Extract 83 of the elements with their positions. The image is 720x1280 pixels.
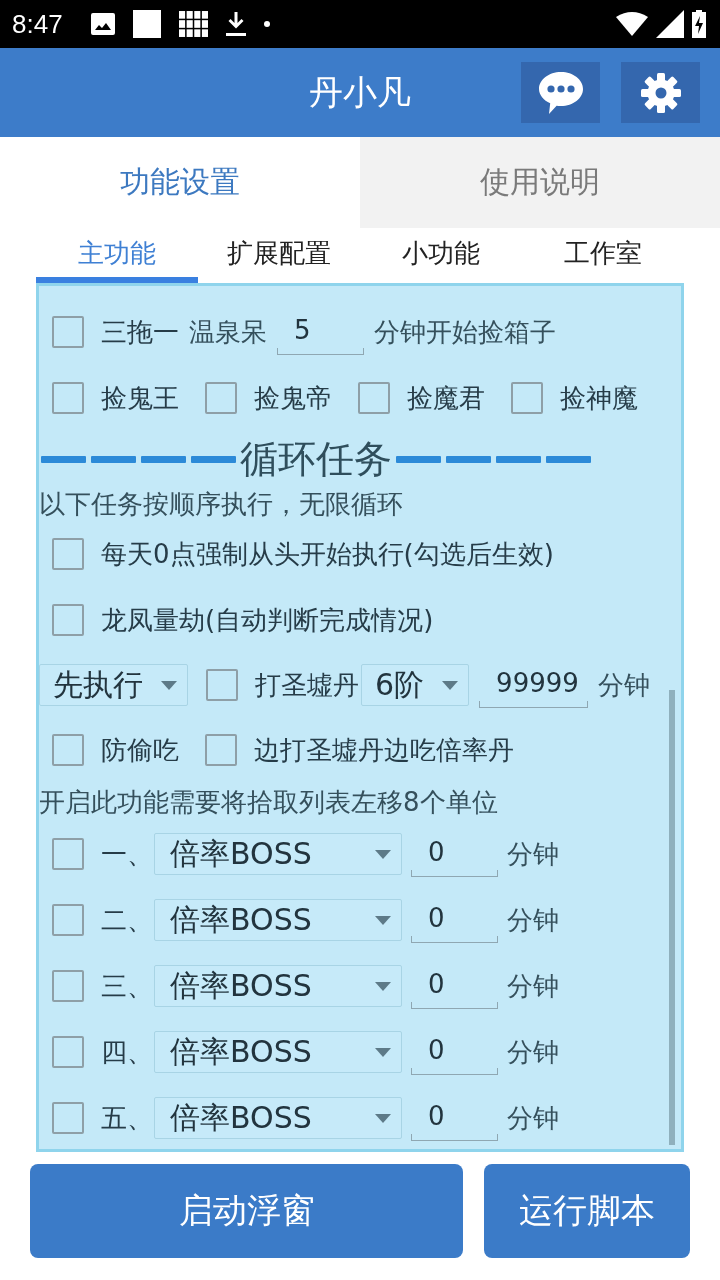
checkbox-label[interactable]: 三拖一: [101, 314, 179, 350]
speech-bubble-icon: [538, 71, 583, 114]
caret-icon: [375, 915, 391, 925]
dropdown[interactable]: 倍率BOSS: [154, 1031, 402, 1073]
battery-charging-icon: [692, 10, 706, 38]
checkbox-label[interactable]: 捡神魔: [560, 380, 638, 416]
section-heading: 循环任务: [240, 435, 392, 483]
status-time: 8:47: [12, 8, 64, 40]
field-label: 分钟: [597, 668, 650, 702]
checkbox-label[interactable]: 四、: [101, 1034, 153, 1070]
settings-button[interactable]: [621, 62, 700, 123]
caret-icon: [375, 849, 391, 859]
checkbox-label[interactable]: 三、: [101, 968, 153, 1004]
checkbox[interactable]: [52, 838, 84, 870]
dash-mark: [546, 455, 591, 463]
image-icon: [91, 13, 115, 35]
dot-icon: [264, 21, 270, 27]
field-label: 分钟: [507, 969, 559, 1003]
main-tab[interactable]: 使用说明: [360, 137, 720, 228]
checkbox[interactable]: [206, 669, 238, 701]
caret-icon: [375, 1113, 391, 1123]
caret-icon: [442, 680, 459, 690]
checkbox[interactable]: [52, 970, 84, 1002]
checkbox[interactable]: [205, 382, 237, 414]
caret-icon: [375, 1047, 391, 1057]
dropdown[interactable]: 倍率BOSS: [154, 899, 402, 941]
checkbox-label[interactable]: 每天0点强制从头开始执行(勾选后生效): [101, 536, 554, 572]
field-label: 分钟: [507, 1101, 559, 1135]
sub-tab[interactable]: 扩展配置: [198, 228, 360, 283]
dropdown[interactable]: 倍率BOSS: [154, 1097, 402, 1139]
checkbox-label[interactable]: 五、: [101, 1100, 153, 1136]
checkbox[interactable]: [511, 382, 543, 414]
checkbox[interactable]: [52, 316, 84, 348]
checkbox[interactable]: [52, 604, 84, 636]
field-label: 分钟: [507, 1035, 559, 1069]
checkbox[interactable]: [205, 734, 237, 766]
dash-mark: [191, 455, 236, 463]
wifi-icon: [616, 12, 648, 36]
download-icon: [226, 12, 246, 36]
sub-tab[interactable]: 小功能: [360, 228, 522, 283]
action-button[interactable]: 启动浮窗: [30, 1164, 463, 1258]
field-label: 分钟开始捡箱子: [374, 315, 556, 349]
dash-mark: [446, 455, 491, 463]
checkbox[interactable]: [358, 382, 390, 414]
field-label: 分钟: [507, 837, 559, 871]
dash-mark: [396, 455, 441, 463]
caret-icon: [375, 981, 391, 991]
checkbox-label[interactable]: 边打圣墟丹边吃倍率丹: [254, 732, 514, 768]
checkbox[interactable]: [52, 538, 84, 570]
field-label: 分钟: [507, 903, 559, 937]
dropdown[interactable]: 倍率BOSS: [154, 965, 402, 1007]
checkbox[interactable]: [52, 1036, 84, 1068]
field-label: 温泉呆: [189, 315, 267, 349]
checkbox[interactable]: [52, 382, 84, 414]
note-text: 以下任务按顺序执行，无限循环: [39, 487, 403, 521]
dropdown[interactable]: 先执行: [39, 664, 188, 706]
action-button[interactable]: 运行脚本: [484, 1164, 690, 1258]
sub-tab[interactable]: 工作室: [522, 228, 684, 283]
grid-icon: [179, 11, 208, 37]
note-text: 开启此功能需要将拾取列表左移8个单位: [39, 785, 498, 819]
checkbox-label[interactable]: 二、: [101, 902, 153, 938]
app-title: 丹小凡: [309, 70, 411, 114]
gear-icon: [640, 72, 681, 113]
caret-icon: [161, 680, 177, 690]
checkbox-label[interactable]: 龙凤量劫(自动判断完成情况): [101, 602, 434, 638]
dash-mark: [41, 455, 86, 463]
checkbox[interactable]: [52, 734, 84, 766]
checkbox[interactable]: [52, 904, 84, 936]
dash-mark: [91, 455, 136, 463]
dropdown[interactable]: 倍率BOSS: [154, 833, 402, 875]
dropdown[interactable]: 6阶: [361, 664, 470, 706]
dash-mark: [141, 455, 186, 463]
checkbox-label[interactable]: 捡鬼王: [101, 380, 179, 416]
square-icon: [133, 10, 161, 38]
signal-icon: [656, 10, 684, 38]
checkbox-label[interactable]: 打圣墟丹: [255, 667, 359, 703]
checkbox-label[interactable]: 捡鬼帝: [254, 380, 332, 416]
checkbox-label[interactable]: 捡魔君: [407, 380, 485, 416]
dash-mark: [496, 455, 541, 463]
checkbox-label[interactable]: 防偷吃: [101, 732, 179, 768]
checkbox-label[interactable]: 一、: [101, 836, 153, 872]
checkbox[interactable]: [52, 1102, 84, 1134]
chat-button[interactable]: [521, 62, 600, 123]
